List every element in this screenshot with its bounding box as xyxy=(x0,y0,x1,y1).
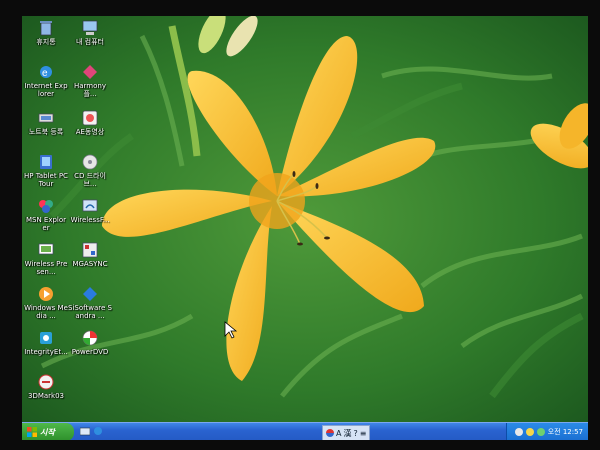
desktop-icon-tablet-tour[interactable]: HP Tablet PC Tour xyxy=(24,154,68,188)
desktop-icon-internet-explorer[interactable]: e Internet Explorer xyxy=(24,64,68,98)
desktop-icon-3dmark[interactable]: 3DMark03 xyxy=(24,374,68,400)
internet-explorer-icon: e xyxy=(38,64,54,80)
desktop-icon-integrity[interactable]: IntegrityEt... xyxy=(24,330,68,356)
quick-launch xyxy=(80,426,103,436)
desktop-icon-powerdvd[interactable]: PowerDVD xyxy=(68,330,112,356)
ie-quick-launch-icon[interactable] xyxy=(93,426,103,436)
powerdvd-icon xyxy=(82,330,98,346)
ime-mode-hanja[interactable]: 漢 xyxy=(343,428,351,439)
desktop-icon-my-computer[interactable]: 내 컴퓨터 xyxy=(68,20,112,46)
tablet-tour-icon xyxy=(38,154,54,170)
desktop-icon-sisoftware[interactable]: SiSoftware Sandra ... xyxy=(68,286,112,320)
desktop-icon-wireless-presentation[interactable]: Wireless Presen... xyxy=(24,242,68,276)
start-label: 시작 xyxy=(40,427,55,437)
show-desktop-icon[interactable] xyxy=(80,426,90,436)
desktop-icon-msn-explorer[interactable]: MSN Explorer xyxy=(24,198,68,232)
network-icon[interactable] xyxy=(514,428,523,436)
korean-flag-icon xyxy=(326,429,334,437)
ime-mode-a[interactable]: A xyxy=(336,429,341,438)
desktop-icon-notebook-register[interactable]: 노트북 등록 xyxy=(24,110,68,136)
svg-text:e: e xyxy=(42,68,48,79)
cd-drive-icon xyxy=(82,154,98,170)
integrity-icon xyxy=(38,330,54,346)
desktop-screen: 휴지통 내 컴퓨터 e Internet Explorer Harmony 플.… xyxy=(22,16,588,440)
clock[interactable]: 오전 12:57 xyxy=(548,427,583,437)
windows-logo-icon xyxy=(27,427,37,437)
security-icon[interactable] xyxy=(536,428,545,436)
start-button[interactable]: 시작 xyxy=(22,423,74,440)
ime-help[interactable]: ? xyxy=(353,429,357,438)
3dmark-icon xyxy=(38,374,54,390)
mgasync-icon xyxy=(82,242,98,258)
wireless-presentation-icon xyxy=(38,242,54,258)
taskbar: 시작 A 漢 ? ≡ 오전 12:57 xyxy=(22,422,588,440)
sisoftware-icon xyxy=(82,286,98,302)
desktop-icon-mgasync[interactable]: MGASYNC xyxy=(68,242,112,268)
desktop-icon-recycle-bin[interactable]: 휴지통 xyxy=(24,20,68,46)
my-computer-icon xyxy=(82,20,98,36)
desktop-icon-harmony[interactable]: Harmony 플... xyxy=(68,64,112,98)
video-player-icon xyxy=(82,110,98,126)
system-tray: 오전 12:57 xyxy=(506,423,588,440)
desktop-icon-wireless[interactable]: WirelessF... xyxy=(68,198,112,224)
ime-menu[interactable]: ≡ xyxy=(360,429,367,438)
desktop-icon-windows-media[interactable]: Windows Media ... xyxy=(24,286,68,320)
desktop-icon-video-player[interactable]: AE동영상 xyxy=(68,110,112,136)
wireless-icon xyxy=(82,198,98,214)
volume-icon[interactable] xyxy=(525,428,534,436)
desktop-icon-cd-drive[interactable]: CD 드라이브... xyxy=(68,154,112,188)
msn-explorer-icon xyxy=(38,198,54,214)
windows-media-icon xyxy=(38,286,54,302)
harmony-icon xyxy=(82,64,98,80)
recycle-bin-icon xyxy=(38,20,54,36)
notebook-register-icon xyxy=(38,110,54,126)
language-bar[interactable]: A 漢 ? ≡ xyxy=(322,425,371,440)
